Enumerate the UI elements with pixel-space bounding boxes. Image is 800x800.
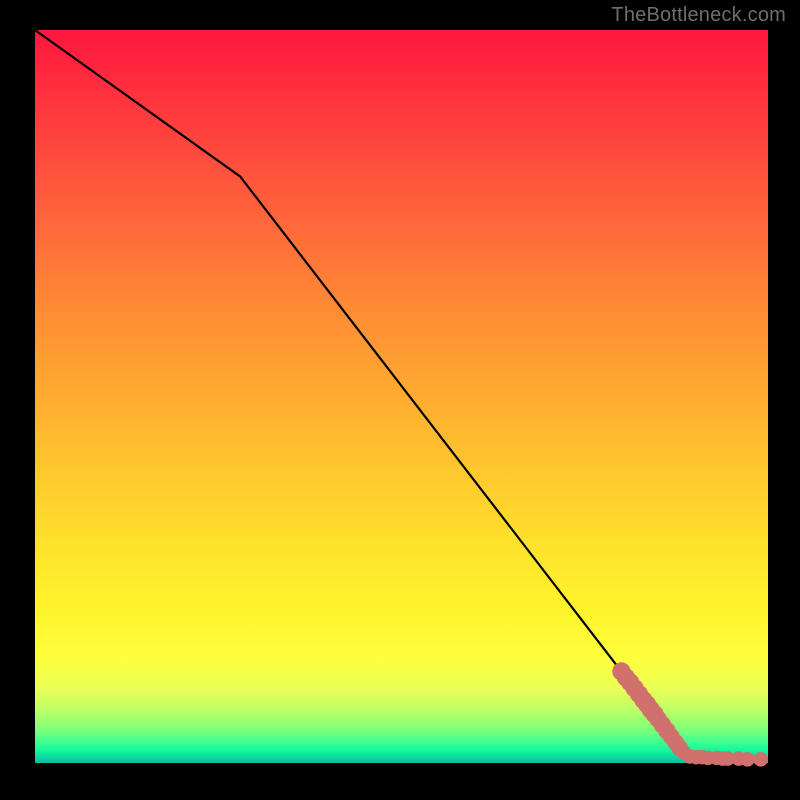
plot-area <box>35 30 768 763</box>
chart-stage: TheBottleneck.com <box>0 0 800 800</box>
marker-dot <box>740 752 755 767</box>
watermark-text: TheBottleneck.com <box>611 4 786 27</box>
curve-markers <box>612 662 768 766</box>
curve-line <box>35 30 768 759</box>
chart-svg <box>35 30 768 763</box>
marker-dot <box>753 752 768 767</box>
